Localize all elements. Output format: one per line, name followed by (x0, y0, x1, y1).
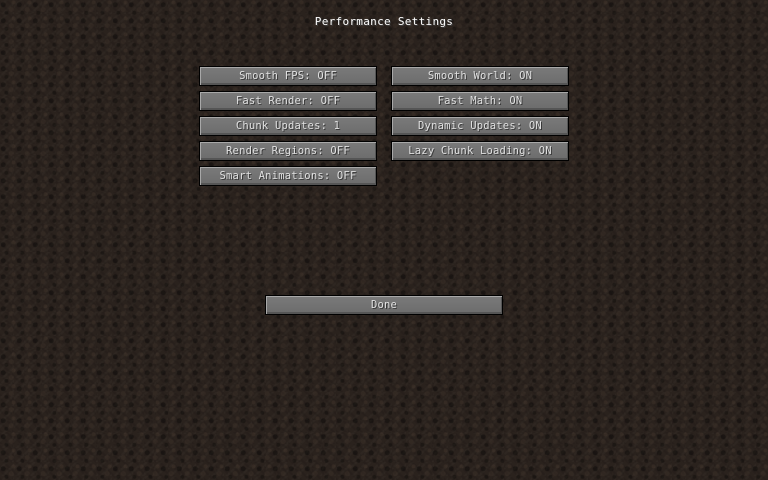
dynamic-updates-button[interactable]: Dynamic Updates: ON (391, 116, 569, 136)
smart-animations-button[interactable]: Smart Animations: OFF (199, 166, 377, 186)
lazy-chunk-loading-button[interactable]: Lazy Chunk Loading: ON (391, 141, 569, 161)
fast-render-button[interactable]: Fast Render: OFF (199, 91, 377, 111)
smooth-fps-button[interactable]: Smooth FPS: OFF (199, 66, 377, 86)
fast-math-button[interactable]: Fast Math: ON (391, 91, 569, 111)
render-regions-button[interactable]: Render Regions: OFF (199, 141, 377, 161)
done-button[interactable]: Done (265, 295, 503, 315)
screen-title: Performance Settings (314, 15, 454, 28)
chunk-updates-button[interactable]: Chunk Updates: 1 (199, 116, 377, 136)
smooth-world-button[interactable]: Smooth World: ON (391, 66, 569, 86)
